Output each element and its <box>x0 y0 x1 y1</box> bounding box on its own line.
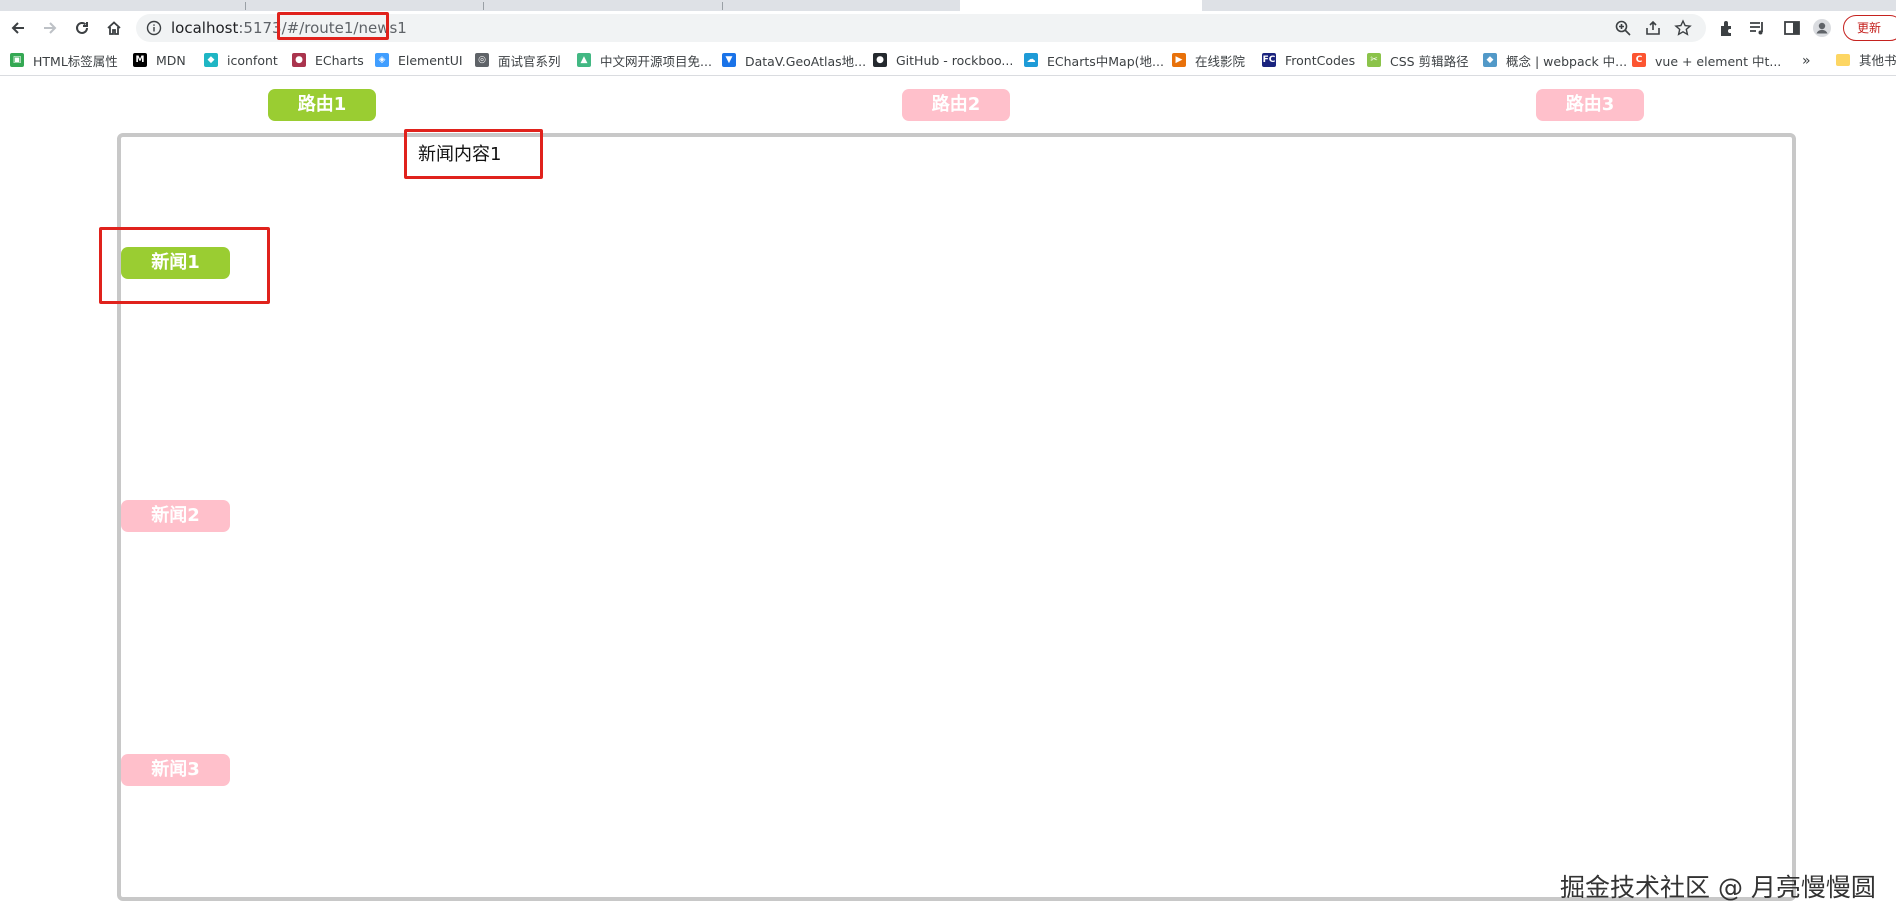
bookmark-item[interactable]: ◎ 面试官系列 <box>475 50 561 70</box>
tab-separator <box>722 2 723 10</box>
bookmark-label: 概念 | webpack 中... <box>1506 53 1628 69</box>
reading-list-icon[interactable] <box>1747 18 1767 38</box>
bookmark-label: ECharts <box>315 52 364 68</box>
other-bookmarks-folder[interactable]: 其他书 <box>1836 50 1896 69</box>
css-bookmark-icon: ✂ <box>1367 53 1381 67</box>
back-arrow-icon <box>11 22 24 34</box>
play-bookmark-icon: ▶ <box>1172 53 1186 67</box>
bookmark-label: FrontCodes <box>1285 52 1356 68</box>
route-2-button[interactable]: 路由2 <box>902 89 1010 121</box>
bookmark-item[interactable]: M MDN <box>133 50 186 70</box>
url-host: localhost <box>171 19 239 37</box>
home-icon <box>107 21 121 35</box>
iconfont-bookmark-icon: ◆ <box>204 53 218 67</box>
bookmark-item[interactable]: ✂ CSS 剪辑路径 <box>1367 50 1469 70</box>
back-button[interactable] <box>5 15 31 41</box>
news-content-highlight-box <box>404 129 543 179</box>
bookmark-label: vue + element 中t... <box>1655 53 1782 69</box>
bookmark-label: MDN <box>156 52 186 68</box>
active-tab[interactable] <box>960 0 1202 11</box>
news-button-highlight-box <box>99 227 270 304</box>
bookmark-label: HTML标签属性 <box>33 53 118 69</box>
globe-bookmark-icon: ◎ <box>475 53 489 67</box>
star-icon[interactable] <box>1674 19 1692 37</box>
folder-label: 其他书 <box>1859 53 1896 68</box>
bookmarks-bar: ▣ HTML标签属性 M MDN ◆ iconfont ● ECharts ◈ ElementUI… <box>0 44 1896 76</box>
reload-button[interactable] <box>69 15 95 41</box>
zoom-icon[interactable] <box>1614 19 1632 37</box>
bookmark-item[interactable]: Cvue + element 中t... <box>1632 50 1781 70</box>
webpack-bookmark-icon: ◆ <box>1483 53 1497 67</box>
profile-avatar-icon[interactable] <box>1812 18 1832 38</box>
bookmark-item[interactable]: ▶ 在线影院 <box>1172 50 1245 70</box>
bookmark-label: 在线影院 <box>1195 53 1246 69</box>
url-path-highlight-box <box>277 12 389 40</box>
tab-strip <box>0 0 1896 11</box>
share-icon[interactable] <box>1644 19 1662 37</box>
bookmark-item[interactable]: FC FrontCodes <box>1262 50 1355 70</box>
update-button[interactable]: 更新 <box>1843 15 1896 41</box>
bookmark-label: GitHub - rockboo... <box>896 52 1014 68</box>
bookmark-item[interactable]: ◆ 概念 | webpack 中... <box>1483 50 1627 70</box>
echarts-bookmark-icon: ● <box>292 53 306 67</box>
mdn-bookmark-icon: M <box>133 53 147 67</box>
watermark-text: 掘金技术社区 @ 月亮慢慢圆 <box>1560 873 1876 902</box>
bookmark-item[interactable]: ◈ ElementUI <box>375 50 463 70</box>
folder-icon <box>1836 53 1850 66</box>
element-bookmark-icon: ◈ <box>375 53 389 67</box>
tab-separator <box>245 2 246 10</box>
bookmark-item[interactable]: ▼ DataV.GeoAtlas地... <box>722 50 866 70</box>
html-bookmark-icon: ▣ <box>10 53 24 67</box>
extensions-icon[interactable] <box>1717 18 1737 38</box>
side-panel-icon[interactable] <box>1782 18 1802 38</box>
vue-bookmark-icon: ▲ <box>577 53 591 67</box>
bookmark-item[interactable]: ● ECharts <box>292 50 364 70</box>
datav-bookmark-icon: ▼ <box>722 53 736 67</box>
bookmark-label: iconfont <box>227 52 278 68</box>
news-container <box>117 133 1796 901</box>
browser-toolbar: localhost:5173/#/route1/news1 更新 <box>0 11 1896 44</box>
forward-arrow-icon <box>44 22 57 34</box>
bookmark-label: CSS 剪辑路径 <box>1390 53 1469 69</box>
home-button[interactable] <box>101 15 127 41</box>
bookmark-item[interactable]: ▣ HTML标签属性 <box>10 50 118 70</box>
bookmark-item[interactable]: ☁ ECharts中Map(地... <box>1024 50 1164 70</box>
bookmarks-overflow-button[interactable]: » <box>1802 53 1811 69</box>
reload-icon <box>76 21 88 34</box>
bookmark-label: DataV.GeoAtlas地... <box>745 53 867 69</box>
cloud-bookmark-icon: ☁ <box>1024 53 1038 67</box>
bookmark-item[interactable]: ▲ 中文网开源项目免... <box>577 50 712 70</box>
news-2-button[interactable]: 新闻2 <box>121 500 230 532</box>
info-icon[interactable] <box>146 20 162 36</box>
route-1-button[interactable]: 路由1 <box>268 89 376 121</box>
bookmark-label: 中文网开源项目免... <box>600 53 712 69</box>
tab-separator <box>483 2 484 10</box>
bookmark-label: 面试官系列 <box>498 53 561 69</box>
news-3-button[interactable]: 新闻3 <box>121 754 230 786</box>
forward-button[interactable] <box>37 15 63 41</box>
github-bookmark-icon: ● <box>873 53 887 67</box>
fc-bookmark-icon: FC <box>1262 53 1276 67</box>
address-bar[interactable]: localhost:5173/#/route1/news1 <box>136 12 1706 42</box>
bookmark-item[interactable]: ◆ iconfont <box>204 50 278 70</box>
bookmark-label: ECharts中Map(地... <box>1047 53 1164 69</box>
bookmark-label: ElementUI <box>398 52 463 68</box>
route-3-button[interactable]: 路由3 <box>1536 89 1644 121</box>
bookmark-item[interactable]: ● GitHub - rockboo... <box>873 50 1013 70</box>
csdn-bookmark-icon: C <box>1632 53 1646 67</box>
